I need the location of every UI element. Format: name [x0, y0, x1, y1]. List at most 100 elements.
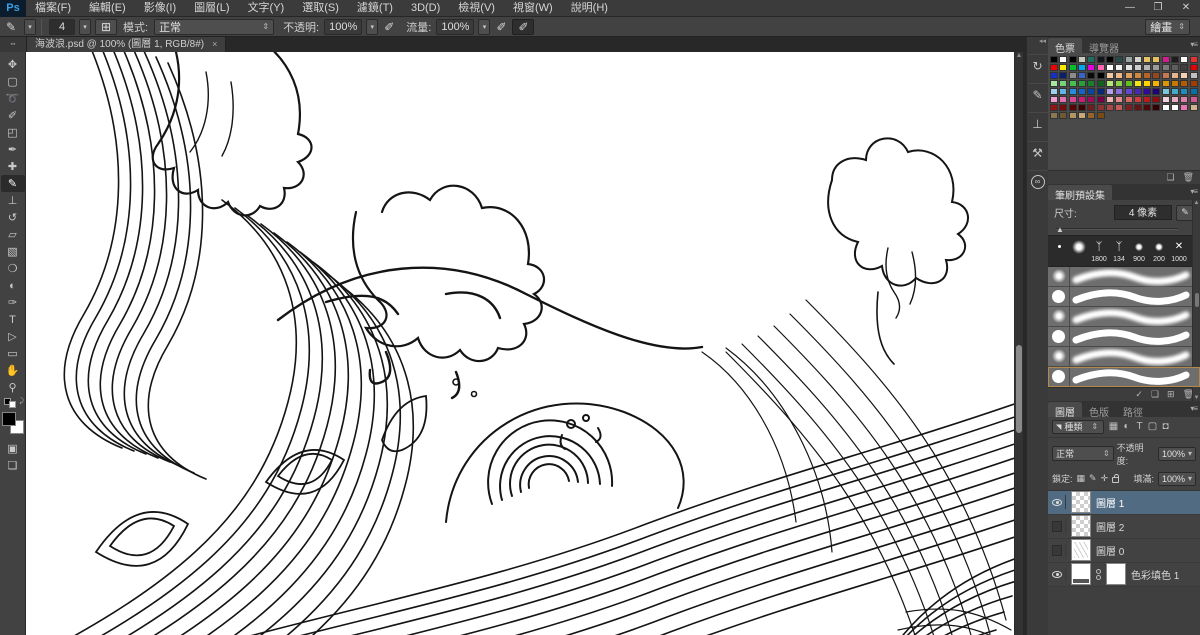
layer-row[interactable]: 色彩填色 1: [1048, 563, 1200, 587]
color-swatch[interactable]: [1143, 80, 1151, 87]
minimize-button[interactable]: —: [1116, 0, 1144, 17]
color-swatch[interactable]: [1059, 56, 1067, 63]
brush-preset[interactable]: [1069, 239, 1089, 264]
color-swatch[interactable]: [1059, 80, 1067, 87]
brush-stroke-row[interactable]: [1048, 367, 1200, 387]
color-swatch[interactable]: [1125, 96, 1133, 103]
color-swatch[interactable]: [1190, 80, 1198, 87]
tab-close-icon[interactable]: ×: [212, 37, 217, 52]
panel-menu-icon[interactable]: ▾≡: [1190, 187, 1197, 196]
color-swatch[interactable]: [1190, 104, 1198, 111]
blend-mode-select[interactable]: 正常⇕: [154, 19, 274, 35]
layer-fill-value[interactable]: 100%▾: [1158, 472, 1196, 486]
color-swatch[interactable]: [1180, 80, 1188, 87]
color-swatch[interactable]: [1069, 56, 1077, 63]
color-swatch[interactable]: [1106, 80, 1114, 87]
brush-preset[interactable]: ᛉ1800: [1089, 239, 1109, 264]
brush-preset[interactable]: 900: [1129, 239, 1149, 264]
color-swatch[interactable]: [1190, 96, 1198, 103]
color-swatch[interactable]: [1180, 64, 1188, 71]
screen-mode-button[interactable]: ❏: [1, 457, 25, 474]
brush-picker-dropdown[interactable]: ▾: [79, 19, 91, 35]
visibility-toggle[interactable]: [1052, 543, 1066, 557]
color-swatch[interactable]: [1180, 96, 1188, 103]
color-swatch[interactable]: [1087, 88, 1095, 95]
crop-tool[interactable]: ◰: [1, 124, 25, 141]
color-swatch[interactable]: [1152, 88, 1160, 95]
dock-collapse-icon[interactable]: ◂◂: [1039, 37, 1048, 47]
color-swatch[interactable]: [1078, 96, 1086, 103]
foreground-background-swatch[interactable]: [2, 412, 24, 434]
menu-item[interactable]: 濾鏡(T): [348, 0, 402, 17]
color-swatch[interactable]: [1059, 104, 1067, 111]
color-swatch[interactable]: [1087, 56, 1095, 63]
brush-stroke-row[interactable]: [1048, 287, 1200, 307]
color-swatch[interactable]: [1152, 56, 1160, 63]
filter-kind-select[interactable]: ◥ 種類 ⇕: [1052, 420, 1104, 434]
lock-icon[interactable]: ✎: [1089, 473, 1097, 484]
color-swatch[interactable]: [1078, 112, 1086, 119]
color-swatch[interactable]: [1050, 112, 1058, 119]
brush-stroke-row[interactable]: [1048, 347, 1200, 367]
color-swatch[interactable]: [1134, 104, 1142, 111]
color-swatch[interactable]: [1162, 64, 1170, 71]
eraser-tool[interactable]: ▱: [1, 226, 25, 243]
brush-preset[interactable]: [1049, 239, 1069, 264]
menu-item[interactable]: 說明(H): [562, 0, 617, 17]
color-swatch[interactable]: [1078, 64, 1086, 71]
color-swatch[interactable]: [1097, 64, 1105, 71]
color-swatch[interactable]: [1078, 56, 1086, 63]
scrollbar-thumb[interactable]: [1016, 345, 1022, 433]
color-swatch[interactable]: [1134, 80, 1142, 87]
brush-size-slider[interactable]: ▲: [1056, 223, 1192, 235]
color-swatch[interactable]: [1162, 56, 1170, 63]
layer-filter-icon[interactable]: ▢: [1146, 421, 1159, 432]
color-swatch[interactable]: [1069, 80, 1077, 87]
color-swatch[interactable]: [1087, 104, 1095, 111]
color-swatch[interactable]: [1115, 96, 1123, 103]
color-swatch[interactable]: [1106, 56, 1114, 63]
gradient-tool[interactable]: ▧: [1, 243, 25, 260]
color-swatch[interactable]: [1125, 64, 1133, 71]
color-swatch[interactable]: [1050, 96, 1058, 103]
color-swatch[interactable]: [1087, 112, 1095, 119]
close-button[interactable]: ✕: [1172, 0, 1200, 17]
color-swatch[interactable]: [1059, 96, 1067, 103]
brush-settings-panel[interactable]: ✎: [1028, 83, 1048, 105]
color-swatch[interactable]: [1050, 72, 1058, 79]
color-swatch[interactable]: [1069, 104, 1077, 111]
tab-paths[interactable]: 路徑: [1116, 402, 1150, 417]
delete-swatch-icon[interactable]: 🗑: [1183, 172, 1194, 183]
color-swatch[interactable]: [1134, 96, 1142, 103]
color-swatch[interactable]: [1097, 80, 1105, 87]
menu-item[interactable]: 選取(S): [293, 0, 348, 17]
clone-source-panel[interactable]: ⊥: [1028, 112, 1048, 134]
color-swatch[interactable]: [1143, 104, 1151, 111]
menu-item[interactable]: 3D(D): [402, 0, 449, 17]
color-swatch[interactable]: [1097, 96, 1105, 103]
color-swatch[interactable]: [1087, 72, 1095, 79]
path-selection-tool[interactable]: ▷: [1, 328, 25, 345]
color-swatch[interactable]: [1152, 104, 1160, 111]
color-swatch[interactable]: [1097, 104, 1105, 111]
hand-tool[interactable]: ✋: [1, 362, 25, 379]
tab-brush-presets[interactable]: 筆刷預設集: [1048, 185, 1112, 200]
color-swatch[interactable]: [1171, 64, 1179, 71]
lock-all-icon[interactable]: [1112, 477, 1119, 483]
brush-stroke-row[interactable]: [1048, 327, 1200, 347]
opacity-dropdown[interactable]: ▾: [366, 19, 378, 35]
zoom-tool[interactable]: ⚲: [1, 379, 25, 396]
quick-selection-tool[interactable]: ✐: [1, 107, 25, 124]
menu-item[interactable]: 編輯(E): [80, 0, 135, 17]
color-swatch[interactable]: [1180, 72, 1188, 79]
scroll-up-icon[interactable]: ▲: [1015, 52, 1023, 59]
color-swatch[interactable]: [1171, 80, 1179, 87]
visibility-toggle[interactable]: [1052, 519, 1066, 533]
layer-row[interactable]: 圖層 1: [1048, 491, 1200, 515]
layer-filter-icon[interactable]: ◘: [1159, 421, 1172, 432]
layer-thumbnail[interactable]: [1071, 491, 1091, 513]
pressure-size-toggle-icon[interactable]: ✐: [512, 19, 534, 35]
color-swatch[interactable]: [1115, 80, 1123, 87]
color-swatch[interactable]: [1059, 72, 1067, 79]
color-swatch[interactable]: [1190, 64, 1198, 71]
